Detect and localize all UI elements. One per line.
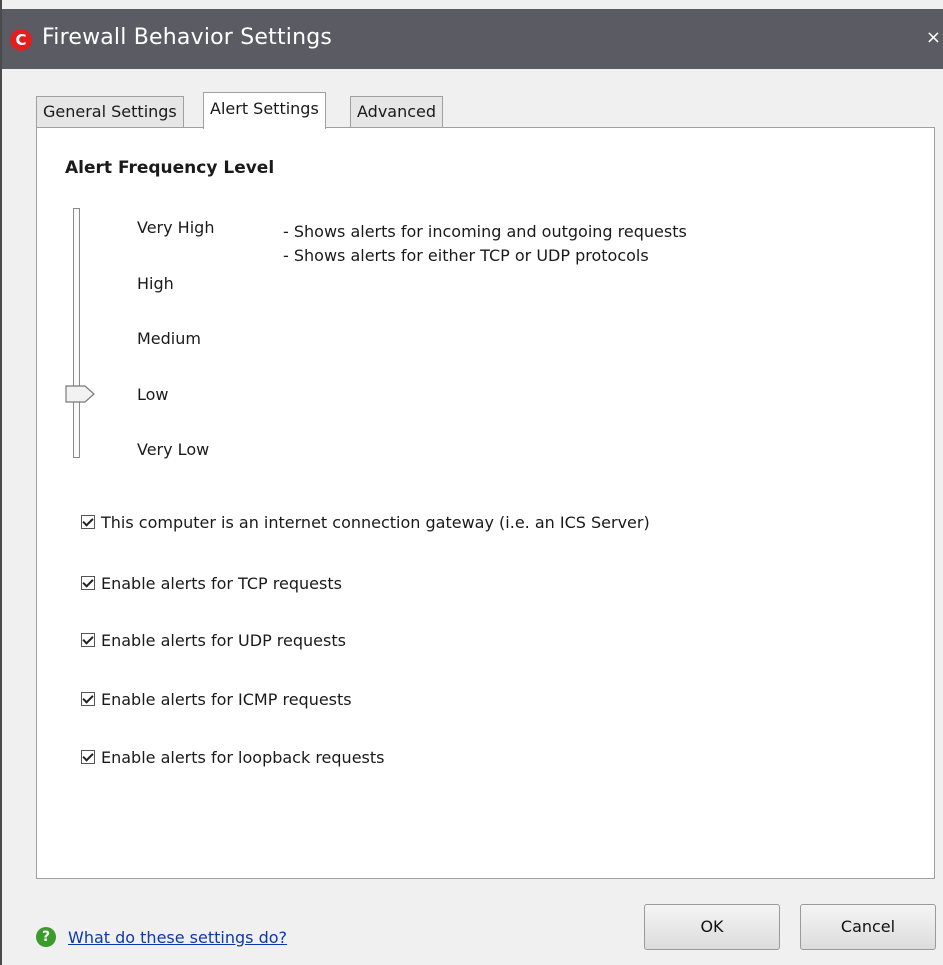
level-high: High [137,274,174,293]
tab-advanced[interactable]: Advanced [350,96,444,128]
checkbox[interactable] [81,692,95,706]
option-tcp-alerts[interactable]: Enable alerts for TCP requests [81,573,342,593]
option-udp-alerts[interactable]: Enable alerts for UDP requests [81,630,346,650]
checkbox[interactable] [81,576,95,590]
alert-frequency-heading: Alert Frequency Level [65,158,275,178]
slider-thumb[interactable] [65,385,95,403]
comodo-logo-icon: C [10,29,32,51]
option-label: Enable alerts for loopback requests [101,747,385,767]
tab-general-settings[interactable]: General Settings [36,96,184,128]
ok-button[interactable]: OK [644,904,780,950]
question-icon[interactable]: ? [36,927,56,947]
level-medium: Medium [137,329,201,348]
level-low: Low [137,385,169,404]
tab-alert-settings[interactable]: Alert Settings [203,92,326,129]
option-label: This computer is an internet connection … [101,512,650,532]
option-loopback-alerts[interactable]: Enable alerts for loopback requests [81,747,384,767]
checkbox[interactable] [81,750,95,764]
close-icon[interactable]: × [926,27,941,48]
dialog-window: C Firewall Behavior Settings × General S… [0,0,943,965]
alert-settings-panel: Alert Frequency Level Very High High Med… [36,127,935,879]
title-bar[interactable]: C Firewall Behavior Settings × [2,9,943,69]
level-description: - Shows alerts for incoming and outgoing… [283,220,687,268]
option-ics-gateway[interactable]: This computer is an internet connection … [81,512,650,532]
option-icmp-alerts[interactable]: Enable alerts for ICMP requests [81,689,352,709]
level-very-high: Very High [137,218,215,237]
level-very-low: Very Low [137,440,210,459]
option-label: Enable alerts for UDP requests [101,630,346,650]
description-line: - Shows alerts for either TCP or UDP pro… [283,246,649,265]
description-line: - Shows alerts for incoming and outgoing… [283,222,687,241]
option-label: Enable alerts for ICMP requests [101,689,352,709]
cancel-button[interactable]: Cancel [800,904,936,950]
checkbox[interactable] [81,515,95,529]
alert-frequency-slider[interactable] [73,208,80,458]
window-title: Firewall Behavior Settings [42,25,333,50]
checkbox[interactable] [81,633,95,647]
option-label: Enable alerts for TCP requests [101,573,342,593]
help-link[interactable]: What do these settings do? [68,928,287,947]
